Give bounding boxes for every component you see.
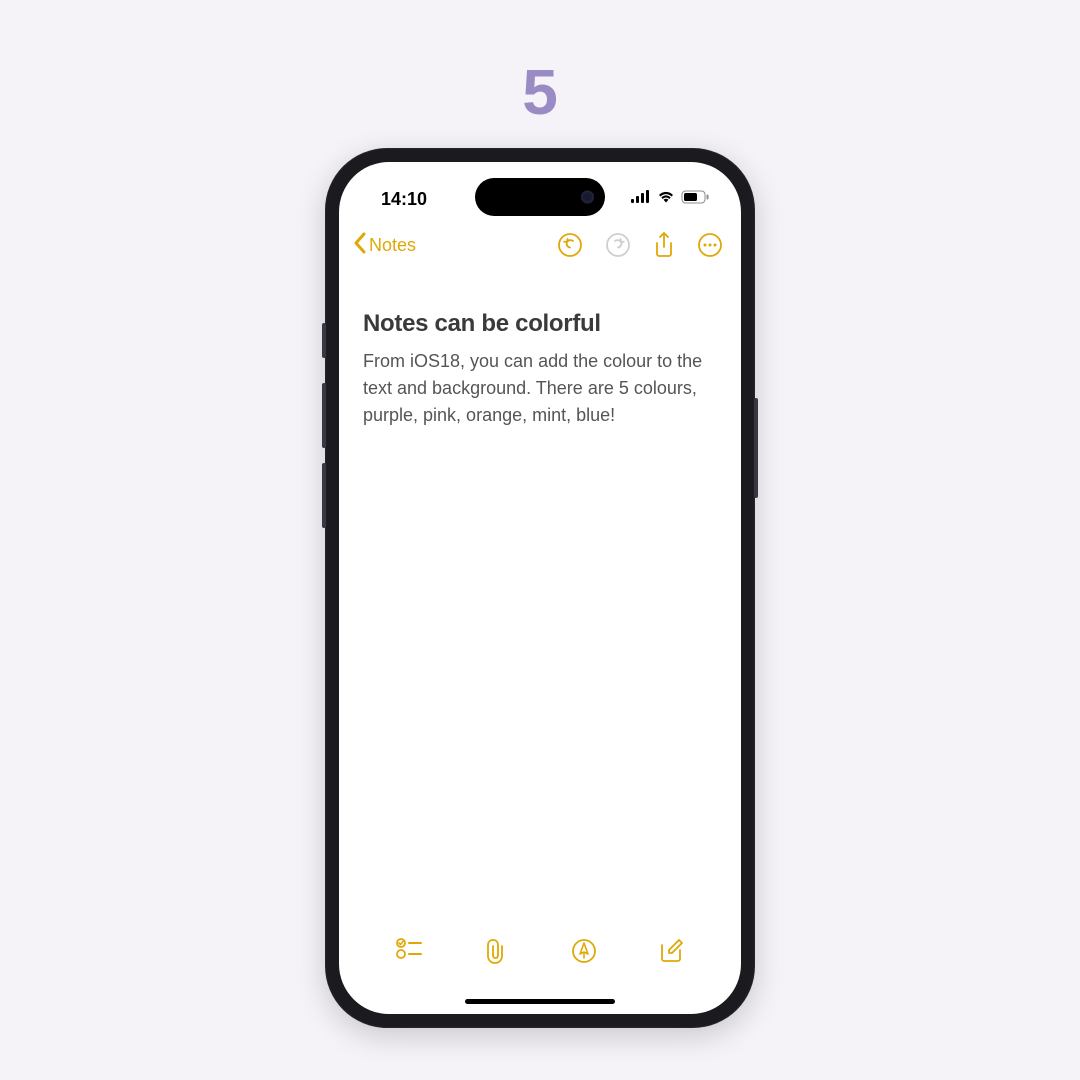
undo-button[interactable]	[557, 232, 583, 258]
power-button	[754, 398, 758, 498]
volume-up-button	[322, 383, 326, 448]
markup-button[interactable]	[559, 938, 609, 964]
dynamic-island	[475, 178, 605, 216]
slide-number: 5	[522, 55, 558, 129]
volume-down-button	[322, 463, 326, 528]
back-button[interactable]: Notes	[353, 232, 416, 259]
nav-bar: Notes	[339, 218, 741, 268]
checklist-button[interactable]	[384, 938, 434, 960]
share-button[interactable]	[653, 231, 675, 259]
front-camera	[581, 191, 594, 204]
chevron-left-icon	[353, 232, 367, 259]
phone-screen: 14:10	[339, 162, 741, 1014]
note-content[interactable]: Notes can be colorful From iOS18, you ca…	[339, 268, 741, 429]
battery-icon	[681, 190, 709, 209]
wifi-icon	[657, 190, 675, 208]
attachment-button[interactable]	[471, 938, 521, 964]
nav-actions	[557, 231, 723, 259]
more-button[interactable]	[697, 232, 723, 258]
note-body[interactable]: From iOS18, you can add the colour to th…	[363, 348, 717, 429]
redo-button[interactable]	[605, 232, 631, 258]
status-time: 14:10	[381, 189, 427, 210]
compose-button[interactable]	[646, 938, 696, 964]
home-indicator[interactable]	[465, 999, 615, 1004]
silence-switch	[322, 323, 326, 358]
phone-frame: 14:10	[325, 148, 755, 1028]
back-label: Notes	[369, 235, 416, 256]
status-indicators	[631, 190, 709, 209]
cellular-signal-icon	[631, 190, 651, 208]
note-title[interactable]: Notes can be colorful	[363, 310, 717, 338]
